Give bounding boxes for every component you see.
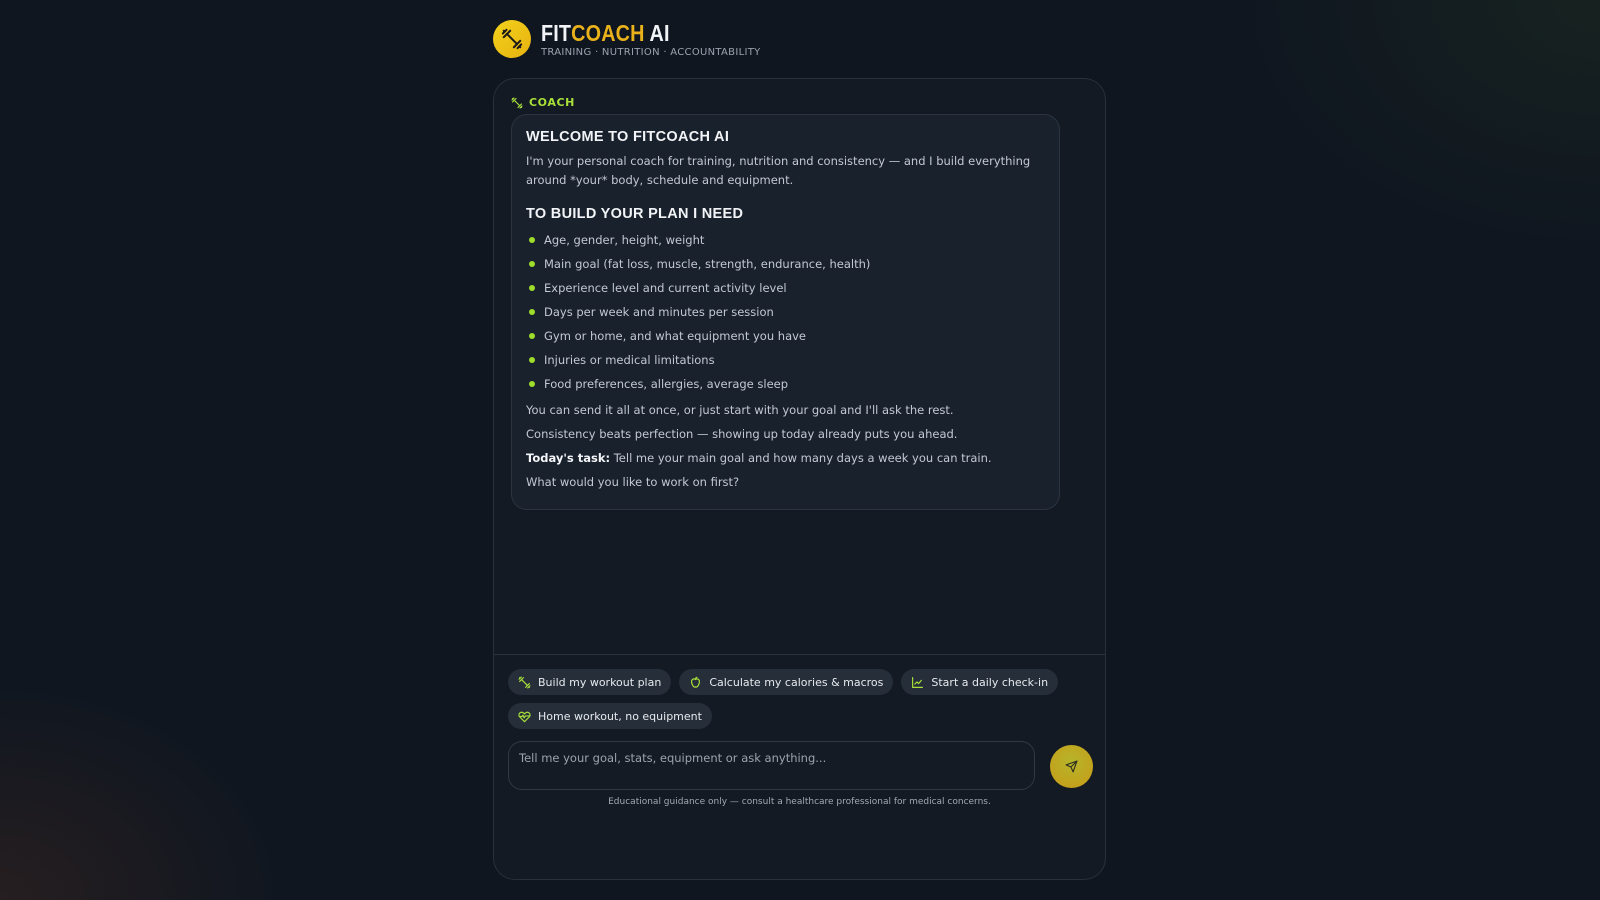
dumbbell-icon [511,96,523,109]
list-item: Experience level and current activity le… [526,276,1045,300]
list-item: Injuries or medical limitations [526,348,1045,372]
app-subtitle: TRAINING · NUTRITION · ACCOUNTABILITY [541,46,761,58]
app-header: FITCOACH AI TRAINING · NUTRITION · ACCOU… [493,20,761,58]
chart-line-icon [912,676,924,688]
app-title: FITCOACH AI [541,19,670,46]
sender-label: COACH [511,96,575,109]
message-line-1: You can send it all at once, or just sta… [526,403,954,417]
build-workout-plan-button[interactable]: Build my workout plan [508,669,672,695]
message-question: What would you like to work on first? [526,475,740,489]
message-line-2: Consistency beats perfection — showing u… [526,427,958,441]
list-item: Main goal (fat loss, muscle, strength, e… [526,252,1045,276]
requirements-heading: TO BUILD YOUR PLAN I NEED [526,206,744,222]
quick-actions: Build my workout plan Calculate my calor… [508,669,1068,729]
list-item: Age, gender, height, weight [526,228,1045,252]
dumbbell-logo-icon [493,20,531,58]
message-intro: I'm your personal coach for training, nu… [526,154,1031,187]
message-heading: WELCOME TO FITCOACH AI [526,129,730,145]
disclaimer: Educational guidance only — consult a he… [608,797,991,807]
message-input[interactable] [509,742,1034,789]
home-workout-button[interactable]: Home workout, no equipment [508,703,712,729]
dumbbell-icon [518,675,531,689]
list-item: Gym or home, and what equipment you have [526,324,1045,348]
send-button[interactable] [1050,745,1093,788]
requirements-list: Age, gender, height, weight Main goal (f… [526,228,1045,396]
todays-task: Today's task: Tell me your main goal and… [526,451,992,465]
start-checkin-button[interactable]: Start a daily check-in [901,669,1059,695]
chat-panel: COACH WELCOME TO FITCOACH AI I'm your pe… [493,78,1106,880]
list-item: Days per week and minutes per session [526,300,1045,324]
calculate-calories-button[interactable]: Calculate my calories & macros [679,669,894,695]
send-icon [1065,760,1078,773]
apple-icon [691,676,701,688]
heart-pulse-icon [518,711,531,722]
message-input-wrapper [508,741,1035,790]
list-item: Food preferences, allergies, average sle… [526,372,1045,396]
coach-message: WELCOME TO FITCOACH AI I'm your personal… [511,114,1060,510]
divider [494,654,1105,655]
